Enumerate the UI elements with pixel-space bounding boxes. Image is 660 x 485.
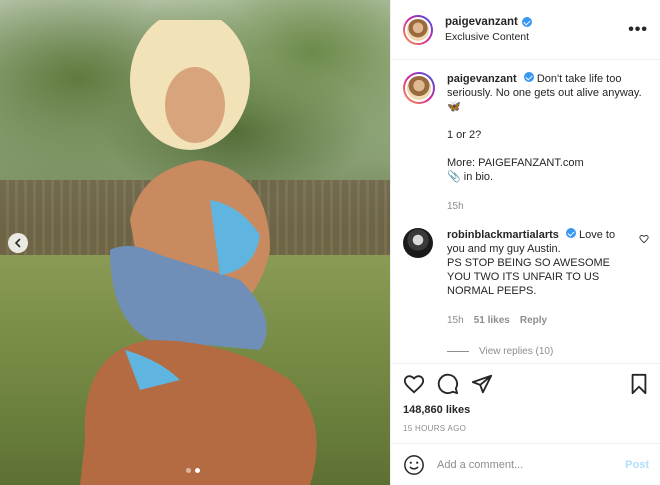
comment-button[interactable] bbox=[437, 373, 459, 395]
save-button[interactable] bbox=[629, 373, 649, 395]
like-count[interactable]: 148,860 likes bbox=[403, 404, 649, 416]
comment-composer: Add a comment... Post bbox=[391, 443, 660, 485]
verified-badge-icon bbox=[565, 228, 576, 238]
comment-text-block: robinblackmartialarts Love to you and my… bbox=[447, 228, 631, 256]
post-location[interactable]: Exclusive Content bbox=[445, 31, 628, 43]
verified-badge-icon bbox=[521, 17, 532, 27]
photo-subject bbox=[80, 20, 317, 485]
carousel-dot-active bbox=[195, 468, 200, 473]
post-photo[interactable] bbox=[0, 0, 390, 485]
comment-like-button[interactable] bbox=[639, 234, 649, 328]
carousel-prev-button[interactable] bbox=[8, 233, 28, 253]
post-actions: 148,860 likes 15 HOURS AGO bbox=[391, 363, 660, 443]
emoji-icon bbox=[404, 454, 424, 475]
emoji-button[interactable] bbox=[403, 454, 425, 476]
like-button[interactable] bbox=[403, 373, 425, 395]
comment-bubble-icon bbox=[437, 373, 459, 395]
commenter-username[interactable]: robinblackmartialarts bbox=[447, 229, 559, 241]
post-details-panel: paigevanzant Exclusive Content ••• paige… bbox=[390, 0, 660, 485]
view-replies-button[interactable]: View replies (10) bbox=[447, 346, 649, 357]
caption: paigevanzant Don't take life too serious… bbox=[403, 72, 649, 214]
caption-text-block: paigevanzant Don't take life too serious… bbox=[447, 72, 649, 114]
post-timestamp[interactable]: 15 HOURS AGO bbox=[403, 424, 649, 433]
bookmark-icon bbox=[631, 373, 647, 395]
share-button[interactable] bbox=[471, 373, 493, 395]
comment-input[interactable]: Add a comment... bbox=[437, 459, 625, 471]
caption-timestamp[interactable]: 15h bbox=[447, 200, 464, 214]
carousel-dot bbox=[186, 468, 191, 473]
caption-author-avatar[interactable] bbox=[403, 72, 435, 104]
chevron-left-icon bbox=[14, 238, 21, 248]
comments-section: paigevanzant Don't take life too serious… bbox=[391, 60, 660, 363]
caption-username[interactable]: paigevanzant bbox=[447, 73, 517, 85]
post-comment-button[interactable]: Post bbox=[625, 459, 649, 471]
comment-text-2: PS STOP BEING SO AWESOME YOU TWO ITS UNF… bbox=[447, 257, 611, 297]
more-options-button[interactable]: ••• bbox=[628, 21, 648, 39]
verified-badge-icon bbox=[523, 72, 534, 82]
view-replies-label[interactable]: View replies (10) bbox=[479, 346, 553, 357]
comment-timestamp[interactable]: 15h bbox=[447, 314, 464, 328]
caption-more-line: More: PAIGEFANZANT.com bbox=[447, 157, 584, 169]
heart-icon bbox=[639, 235, 649, 244]
caption-bio-line: 📎 in bio. bbox=[447, 171, 494, 183]
comment-reply-button[interactable]: Reply bbox=[520, 314, 547, 328]
author-username[interactable]: paigevanzant bbox=[445, 16, 518, 28]
carousel-indicator bbox=[186, 468, 200, 473]
comment-likes[interactable]: 51 likes bbox=[474, 314, 510, 328]
post-header: paigevanzant Exclusive Content ••• bbox=[391, 0, 660, 60]
comment-item: robinblackmartialarts Love to you and my… bbox=[403, 228, 649, 328]
paper-plane-icon bbox=[471, 374, 493, 394]
heart-icon bbox=[403, 375, 425, 394]
commenter-avatar[interactable] bbox=[403, 228, 433, 258]
divider-line bbox=[447, 351, 469, 352]
caption-question: 1 or 2? bbox=[447, 129, 482, 141]
author-avatar[interactable] bbox=[403, 14, 433, 45]
author-username-link[interactable]: paigevanzant bbox=[445, 16, 532, 28]
